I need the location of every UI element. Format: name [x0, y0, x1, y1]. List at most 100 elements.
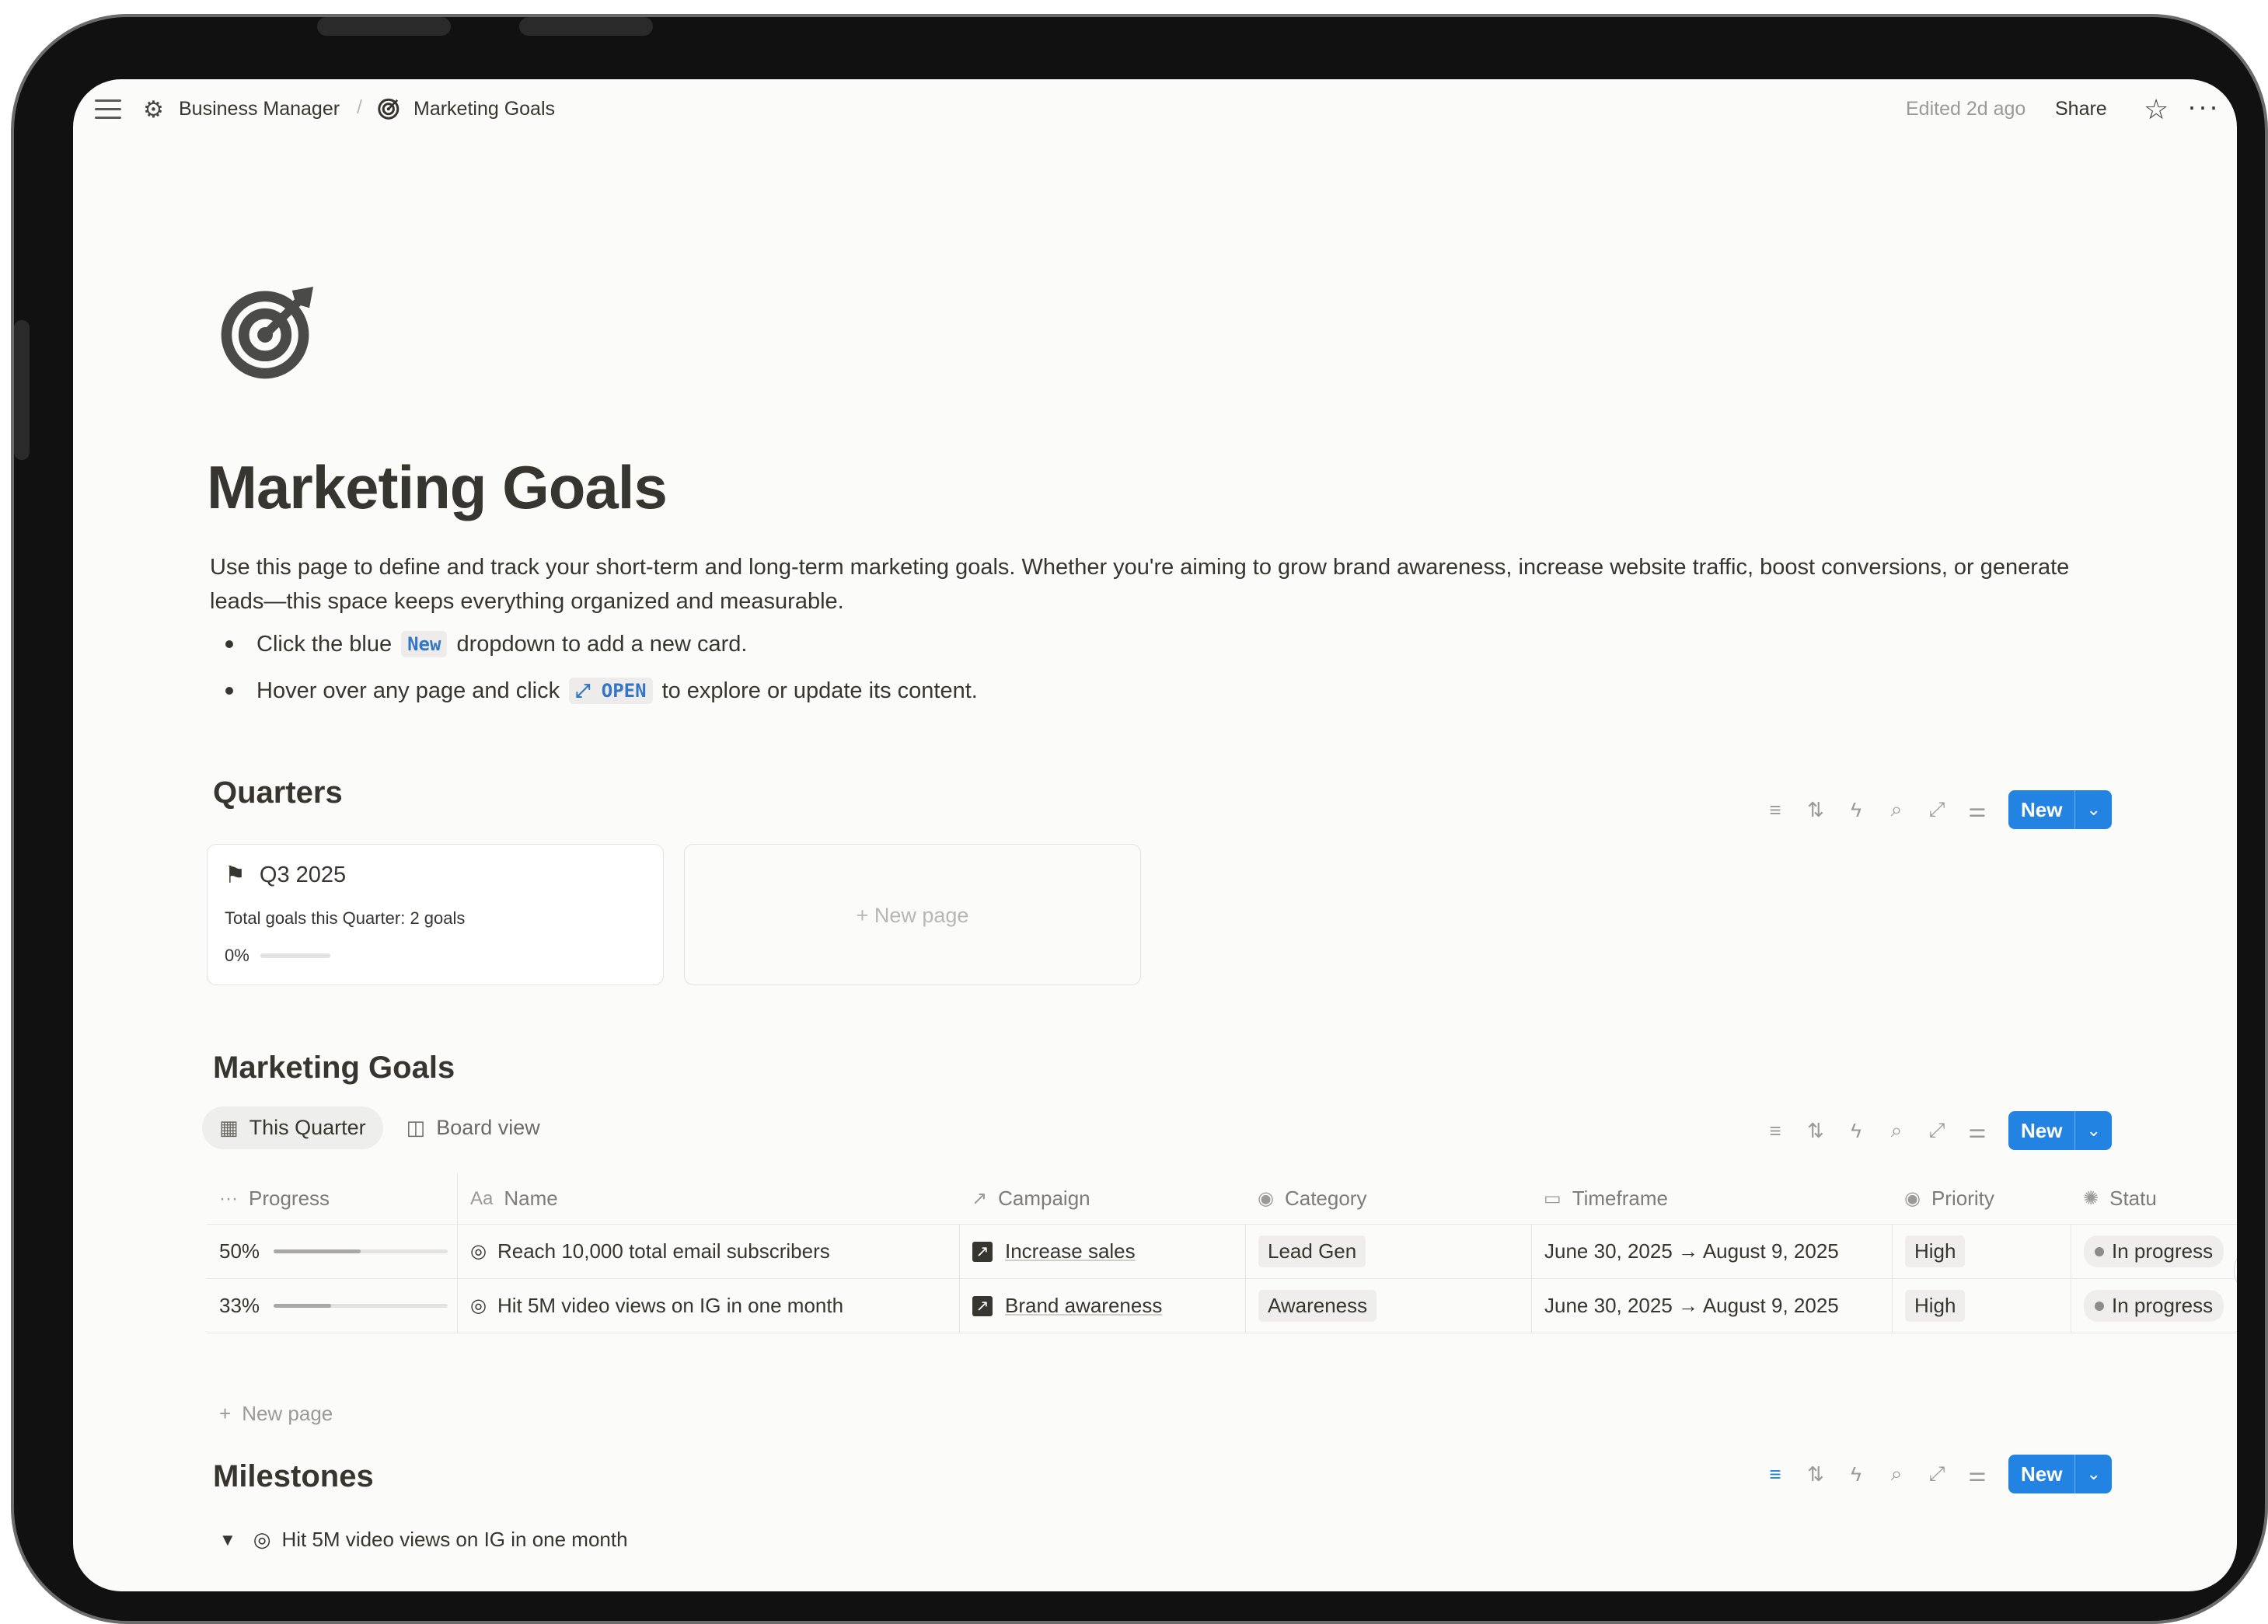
- priority-cell[interactable]: High: [1892, 1225, 2071, 1278]
- column-header[interactable]: ✺ Statu: [2071, 1173, 2237, 1224]
- new-page-row[interactable]: + New page: [219, 1402, 333, 1426]
- goals-table: ··· Progress Aa Name ↗ Campaign ◉ Category ▭…: [207, 1173, 2237, 1333]
- inline-code: ⤢ OPEN: [569, 678, 653, 704]
- quarter-goal-count: Total goals this Quarter: 2 goals: [225, 908, 466, 928]
- device-button: [519, 17, 653, 36]
- app-screen: ⚙ Business Manager / Marketing Goals Edi…: [73, 79, 2237, 1591]
- filter-icon[interactable]: ≡: [1755, 1119, 1795, 1143]
- sort-icon[interactable]: ⇅: [1795, 798, 1836, 822]
- quarter-progress-text: 0%: [225, 946, 249, 965]
- milestone-group-toggle[interactable]: ▼ ◎ Hit 5M video views on IG in one mont…: [219, 1528, 628, 1552]
- status-cell[interactable]: In progress: [2071, 1279, 2237, 1333]
- timeframe-cell[interactable]: June 30, 2025 → August 9, 2025: [1531, 1225, 1892, 1278]
- new-button-label[interactable]: New: [2008, 1455, 2074, 1493]
- chevron-down-icon[interactable]: ⌄: [2074, 1111, 2111, 1150]
- page-target-icon[interactable]: [221, 283, 317, 383]
- automation-icon[interactable]: ϟ: [1836, 1462, 1876, 1486]
- bullet-text: Click the blue: [256, 631, 393, 657]
- goals-heading[interactable]: Marketing Goals: [213, 1051, 455, 1086]
- bullet-item: Click the blue New dropdown to add a new…: [225, 631, 747, 657]
- table-icon: ▦: [219, 1116, 239, 1139]
- calendar-icon: ▭: [1544, 1188, 1561, 1209]
- more-options-icon[interactable]: ···: [2187, 90, 2220, 123]
- column-header[interactable]: ↗ Campaign: [959, 1173, 1245, 1224]
- search-icon[interactable]: ⌕: [1876, 797, 1917, 822]
- filter-icon[interactable]: ≡: [1755, 1462, 1795, 1486]
- campaign-cell[interactable]: ↗ Brand awareness: [959, 1279, 1245, 1333]
- category-cell[interactable]: Lead Gen: [1245, 1225, 1531, 1278]
- edited-timestamp: Edited 2d ago: [1906, 98, 2026, 120]
- progress-bar: [274, 1249, 448, 1253]
- name-cell[interactable]: ◎ Hit 5M video views on IG in one month: [457, 1279, 959, 1333]
- status-cell[interactable]: In progress: [2071, 1225, 2237, 1278]
- triangle-down-icon[interactable]: ▼: [219, 1530, 236, 1550]
- chevron-down-icon[interactable]: ⌄: [2074, 1455, 2111, 1493]
- automation-icon[interactable]: ϟ: [1836, 1119, 1876, 1143]
- breadcrumb-page[interactable]: Marketing Goals: [413, 98, 555, 120]
- expand-icon[interactable]: ⤢: [1917, 1118, 1957, 1143]
- breadcrumb-separator: /: [357, 96, 362, 118]
- new-button[interactable]: New ⌄: [2008, 790, 2112, 829]
- inline-code: New: [401, 631, 448, 657]
- milestones-toolbar: ≡ ⇅ ϟ ⌕ ⤢ ⚌ New ⌄: [1755, 1455, 2112, 1493]
- new-page-label[interactable]: + New page: [685, 904, 1140, 928]
- gear-icon: ⚙: [143, 97, 164, 123]
- expand-icon[interactable]: ⤢: [1917, 797, 1957, 822]
- quarter-card[interactable]: ⚑ Q3 2025 Total goals this Quarter: 2 go…: [207, 844, 664, 985]
- search-icon[interactable]: ⌕: [1876, 1118, 1917, 1143]
- column-header[interactable]: ▭ Timeframe: [1531, 1173, 1892, 1224]
- quarters-heading[interactable]: Quarters: [213, 775, 343, 810]
- search-icon[interactable]: ⌕: [1876, 1462, 1917, 1486]
- target-icon: ◎: [470, 1241, 487, 1262]
- expand-icon[interactable]: ⤢: [1917, 1462, 1957, 1486]
- table-row[interactable]: 33% ◎ Hit 5M video views on IG in one mo…: [207, 1279, 2237, 1333]
- milestones-heading[interactable]: Milestones: [213, 1459, 374, 1494]
- target-icon: ◎: [253, 1528, 271, 1551]
- tab-this-quarter[interactable]: ▦ This Quarter: [202, 1106, 383, 1149]
- timeframe-cell[interactable]: June 30, 2025 → August 9, 2025: [1531, 1279, 1892, 1333]
- new-page-card[interactable]: + New page: [684, 844, 1141, 985]
- settings-icon[interactable]: ⚌: [1957, 798, 1998, 822]
- automation-icon[interactable]: ϟ: [1836, 798, 1876, 822]
- priority-cell[interactable]: High: [1892, 1279, 2071, 1333]
- sort-icon[interactable]: ⇅: [1795, 1462, 1836, 1486]
- filter-icon[interactable]: ≡: [1755, 798, 1795, 822]
- quarters-toolbar: ≡ ⇅ ϟ ⌕ ⤢ ⚌ New ⌄: [1755, 790, 2112, 829]
- progress-cell: 50%: [207, 1225, 457, 1278]
- plus-icon: +: [219, 1402, 232, 1425]
- new-button-label[interactable]: New: [2008, 1111, 2074, 1150]
- new-button[interactable]: New ⌄: [2008, 1111, 2112, 1150]
- quarter-name: Q3 2025: [259, 863, 347, 887]
- text-property-icon: Aa: [470, 1187, 494, 1209]
- star-icon[interactable]: ☆: [2144, 93, 2169, 126]
- column-header[interactable]: Aa Name: [457, 1173, 959, 1224]
- chevron-down-icon[interactable]: ⌄: [2074, 790, 2111, 829]
- progress-bar: [274, 1304, 448, 1308]
- breadcrumb-workspace[interactable]: Business Manager: [179, 98, 340, 120]
- tab-label: This Quarter: [249, 1116, 366, 1139]
- table-header-row: ··· Progress Aa Name ↗ Campaign ◉ Category ▭…: [207, 1173, 2237, 1225]
- view-tabs: ▦ This Quarter ◫ Board view: [202, 1106, 564, 1149]
- select-icon: ◉: [1258, 1188, 1274, 1209]
- settings-icon[interactable]: ⚌: [1957, 1119, 1998, 1143]
- share-button[interactable]: Share: [2055, 98, 2107, 120]
- bullet-text: to explore or update its content.: [661, 678, 978, 703]
- settings-icon[interactable]: ⚌: [1957, 1462, 1998, 1486]
- progress-cell: 33%: [207, 1279, 457, 1333]
- new-button-label[interactable]: New: [2008, 790, 2074, 829]
- column-header[interactable]: ··· Progress: [207, 1173, 457, 1224]
- relation-arrow-icon: ↗: [972, 1295, 993, 1316]
- column-header[interactable]: ◉ Priority: [1892, 1173, 2071, 1224]
- top-bar: ⚙ Business Manager / Marketing Goals Edi…: [73, 79, 2237, 140]
- category-cell[interactable]: Awareness: [1245, 1279, 1531, 1333]
- new-button[interactable]: New ⌄: [2008, 1455, 2112, 1493]
- tab-board-view[interactable]: ◫ Board view: [389, 1106, 557, 1149]
- menu-icon[interactable]: [95, 99, 121, 120]
- group-label: Hit 5M video views on IG in one month: [281, 1528, 628, 1551]
- device-button: [317, 17, 451, 36]
- campaign-cell[interactable]: ↗ Increase sales: [959, 1225, 1245, 1278]
- table-row[interactable]: 50% ◎ Reach 10,000 total email subscribe…: [207, 1225, 2237, 1279]
- name-cell[interactable]: ◎ Reach 10,000 total email subscribers: [457, 1225, 959, 1278]
- column-header[interactable]: ◉ Category: [1245, 1173, 1531, 1224]
- sort-icon[interactable]: ⇅: [1795, 1119, 1836, 1143]
